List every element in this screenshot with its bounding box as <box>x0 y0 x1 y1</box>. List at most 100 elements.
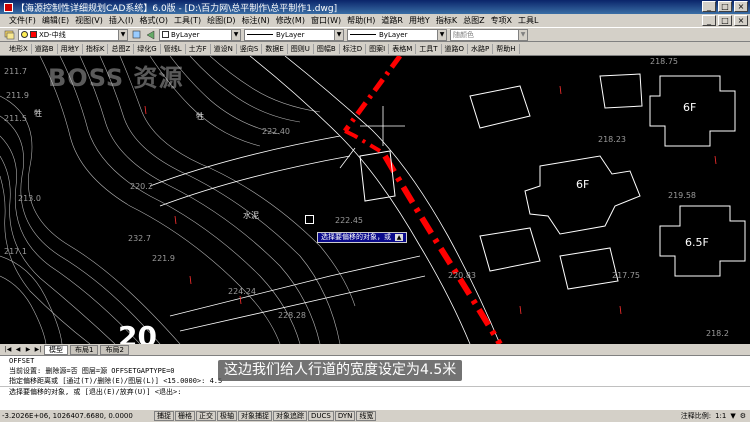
cmd-annotation[interactable]: 标注D <box>340 43 367 54</box>
menu-draw[interactable]: 绘图(D) <box>204 15 238 26</box>
document-controls: _ □ × <box>702 15 748 26</box>
menu-landuse[interactable]: 用地Y <box>406 15 433 26</box>
menu-bar: 文件(F) 编辑(E) 视图(V) 插入(I) 格式(O) 工具(T) 绘图(D… <box>0 14 750 27</box>
doc-close-button[interactable]: × <box>734 15 748 26</box>
menu-tools-l[interactable]: 工具L <box>515 15 541 26</box>
elevation-label: 218.75 <box>650 57 678 66</box>
menu-window[interactable]: 窗口(W) <box>308 15 344 26</box>
tree-annotation: 牲 <box>34 109 42 118</box>
cmd-table[interactable]: 表格M <box>389 43 417 54</box>
menu-dimension[interactable]: 标注(N) <box>239 15 273 26</box>
menu-edit[interactable]: 编辑(E) <box>39 15 72 26</box>
crosshair-cursor <box>339 106 405 169</box>
menu-special[interactable]: 专项X <box>488 15 515 26</box>
elevation-label: 217.75 <box>612 271 640 280</box>
color-swatch <box>162 31 169 38</box>
chevron-down-icon: ▼ <box>231 29 240 40</box>
lineweight-combo-value: ByLayer <box>379 30 408 39</box>
command-prompt-line[interactable]: 选择要偏移的对象, 或 [退出(E)/放弃(U)] <退出>: <box>0 386 750 396</box>
annotation-scale-group: 注释比例: 1:1 ▼ ⚙ <box>681 411 746 421</box>
tab-layout2[interactable]: 布局2 <box>100 344 129 355</box>
plotstyle-combo[interactable]: 随颜色 ▼ <box>450 28 528 41</box>
elevation-label: 221.9 <box>152 254 175 263</box>
elevation-labels: 211.7 211.9 211.5 213.0 217.1 222.40 222… <box>4 57 729 338</box>
first-tab-icon[interactable]: |◀ <box>4 346 12 354</box>
make-current-layer-icon[interactable] <box>131 29 142 40</box>
cmd-data[interactable]: 数据E <box>262 43 288 54</box>
menu-help[interactable]: 帮助(H) <box>344 15 378 26</box>
layout-tabs: |◀ ◀ ▶ ▶| 模型 布局1 布局2 <box>0 344 750 355</box>
close-button[interactable]: × <box>734 1 748 12</box>
tooltip-options-icon[interactable]: ▲ <box>395 234 403 241</box>
cmd-pipeline[interactable]: 管线L <box>161 43 186 54</box>
doc-minimize-button[interactable]: _ <box>702 15 716 26</box>
cmd-waterway[interactable]: 水路P <box>468 43 494 54</box>
cmd-roaddesign[interactable]: 道设N <box>211 43 237 54</box>
toggle-ortho[interactable]: 正交 <box>196 411 216 421</box>
cmd-index[interactable]: 指标K <box>83 43 109 54</box>
floor-label: 6F <box>683 101 696 114</box>
title-bar: 【海源控制性详细规划CAD系统】6.0版 - [D:\百力网\总平制作\总平制作… <box>0 0 750 14</box>
coordinate-readout: -3.2026E+06, 1026407.6680, 0.0000 <box>2 412 133 420</box>
toggle-grid[interactable]: 栅格 <box>175 411 195 421</box>
watermark: BOSS 资源 <box>48 64 184 92</box>
cmd-hatch[interactable]: 图案I <box>366 43 390 54</box>
cad-application-window: 【海源控制性详细规划CAD系统】6.0版 - [D:\百力网\总平制作\总平制作… <box>0 0 750 422</box>
plotstyle-combo-value: 随颜色 <box>453 30 474 39</box>
settings-icon[interactable]: ⚙ <box>740 412 746 420</box>
menu-index[interactable]: 指标K <box>433 15 460 26</box>
tab-model[interactable]: 模型 <box>44 344 68 355</box>
cmd-help[interactable]: 帮助H <box>493 43 520 54</box>
menu-insert[interactable]: 插入(I) <box>106 15 137 26</box>
cmd-road-o[interactable]: 道路O <box>442 43 469 54</box>
drawing-canvas[interactable]: 211.7 211.9 211.5 213.0 217.1 222.40 222… <box>0 56 750 344</box>
dimension-number: 20 <box>118 320 157 344</box>
layer-previous-icon[interactable] <box>145 29 156 40</box>
floor-label: 6.5F <box>685 236 709 249</box>
last-tab-icon[interactable]: ▶| <box>34 346 42 354</box>
menu-siteplan[interactable]: 总图Z <box>460 15 487 26</box>
layer-manager-icon[interactable] <box>4 29 15 40</box>
drawing-svg: 211.7 211.9 211.5 213.0 217.1 222.40 222… <box>0 56 746 344</box>
menu-view[interactable]: 视图(V) <box>72 15 106 26</box>
minimize-button[interactable]: _ <box>702 1 716 12</box>
toggle-polar[interactable]: 极轴 <box>217 411 237 421</box>
menu-road[interactable]: 道路R <box>378 15 406 26</box>
color-combo[interactable]: ByLayer ▼ <box>159 28 241 41</box>
linetype-combo[interactable]: ByLayer ▼ <box>244 28 344 41</box>
cmd-terrain[interactable]: 地形X <box>6 43 32 54</box>
floor-label: 6F <box>576 178 589 191</box>
menu-format[interactable]: 格式(O) <box>136 15 171 26</box>
elevation-label: 218.23 <box>598 135 626 144</box>
tab-layout1[interactable]: 布局1 <box>70 344 99 355</box>
cmd-earthwork[interactable]: 土方F <box>186 43 211 54</box>
toggle-lineweight[interactable]: 线宽 <box>356 411 377 421</box>
toggle-dyn[interactable]: DYN <box>334 411 356 421</box>
maximize-button[interactable]: □ <box>718 1 732 12</box>
cmd-plan-rule[interactable]: 图则U <box>288 43 314 54</box>
cmd-tools[interactable]: 工具T <box>416 43 442 54</box>
annotation-scale-value[interactable]: 1:1 <box>715 412 726 420</box>
toggle-snap[interactable]: 捕捉 <box>154 411 174 421</box>
lineweight-combo[interactable]: ByLayer ▼ <box>347 28 447 41</box>
window-controls: _ □ × <box>702 1 748 12</box>
cmd-road[interactable]: 道路B <box>32 43 58 54</box>
toggle-ducs[interactable]: DUCS <box>308 411 334 421</box>
toggle-otrack[interactable]: 对象追踪 <box>273 411 307 421</box>
window-title: 【海源控制性详细规划CAD系统】6.0版 - [D:\百力网\总平制作\总平制作… <box>16 3 338 14</box>
chevron-down-icon[interactable]: ▼ <box>730 412 735 420</box>
cmd-frame[interactable]: 图幅B <box>314 43 340 54</box>
next-tab-icon[interactable]: ▶ <box>24 346 32 354</box>
toggle-osnap[interactable]: 对象捕捉 <box>238 411 272 421</box>
menu-file[interactable]: 文件(F) <box>6 15 39 26</box>
cmd-siteplan[interactable]: 总图Z <box>108 43 135 54</box>
prev-tab-icon[interactable]: ◀ <box>14 346 22 354</box>
cmd-greening[interactable]: 绿化G <box>134 43 161 54</box>
chevron-down-icon: ▼ <box>437 29 446 40</box>
cmd-vertical[interactable]: 竖向S <box>237 43 263 54</box>
menu-modify[interactable]: 修改(M) <box>273 15 308 26</box>
menu-tools[interactable]: 工具(T) <box>171 15 204 26</box>
doc-maximize-button[interactable]: □ <box>718 15 732 26</box>
cmd-landuse[interactable]: 用地Y <box>58 43 83 54</box>
layer-combo[interactable]: XD-中线 ▼ <box>18 28 128 41</box>
